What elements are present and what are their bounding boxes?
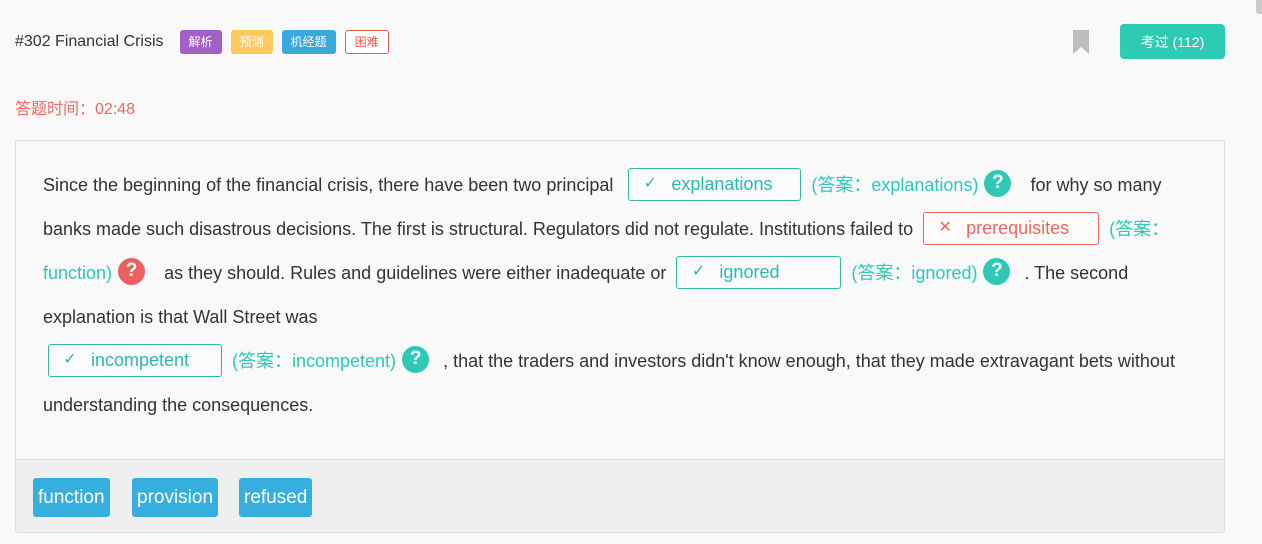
help-circle-icon[interactable]: ? <box>983 257 1011 285</box>
blank-user-answer: incompetent <box>91 350 190 371</box>
option-provision[interactable]: provision <box>132 478 219 517</box>
word-options: function provision refused <box>16 459 1224 532</box>
answer-timer: 答题时间：02:48 <box>15 95 135 119</box>
help-circle-icon[interactable]: ? <box>118 257 146 285</box>
blank-2[interactable]: ✕ prerequisites <box>923 211 1100 245</box>
exam-taken-button[interactable]: 考过 (112) <box>1120 24 1225 59</box>
timer-label: 答题时间： <box>15 101 96 118</box>
bookmark-icon[interactable] <box>1072 29 1090 55</box>
blank-1[interactable]: ✓ explanations <box>628 167 802 201</box>
scrollbar-thumb[interactable] <box>1256 0 1262 14</box>
cross-icon: ✕ <box>938 219 952 237</box>
passage-text: Since the beginning of the financial cri… <box>43 163 1193 427</box>
tag-exam-question[interactable]: 机经题 <box>281 30 336 54</box>
check-icon: ✓ <box>691 263 706 281</box>
blank-user-answer: ignored <box>719 262 780 283</box>
option-function[interactable]: function <box>33 478 110 517</box>
question-title: #302 Financial Crisis <box>15 33 164 50</box>
passage-segment: as they should. Rules and guidelines wer… <box>164 263 667 283</box>
check-icon: ✓ <box>63 351 77 369</box>
tag-difficulty: 困难 <box>344 30 389 54</box>
blank-correct-answer: (答案：incompetent) <box>232 351 397 371</box>
blank-user-answer: prerequisites <box>966 218 1070 239</box>
blank-correct-answer: (答案：ignored) <box>851 263 978 283</box>
tag-prediction[interactable]: 预测 <box>230 30 273 54</box>
blank-4[interactable]: ✓ incompetent <box>48 343 222 377</box>
blank-3[interactable]: ✓ ignored <box>676 255 842 289</box>
help-circle-icon[interactable]: ? <box>984 169 1012 197</box>
question-header: #302 Financial Crisis 解析 预测 机经题 困难 <box>15 28 398 56</box>
timer-value: 02:48 <box>95 101 136 118</box>
help-circle-icon[interactable]: ? <box>402 345 430 373</box>
passage-panel: Since the beginning of the financial cri… <box>15 140 1225 533</box>
blank-user-answer: explanations <box>671 174 773 195</box>
check-icon: ✓ <box>643 175 658 193</box>
blank-correct-answer: (答案：explanations) <box>811 175 979 195</box>
tag-analysis[interactable]: 解析 <box>179 30 222 54</box>
option-refused[interactable]: refused <box>239 478 313 517</box>
passage-segment: Since the beginning of the financial cri… <box>43 175 614 195</box>
